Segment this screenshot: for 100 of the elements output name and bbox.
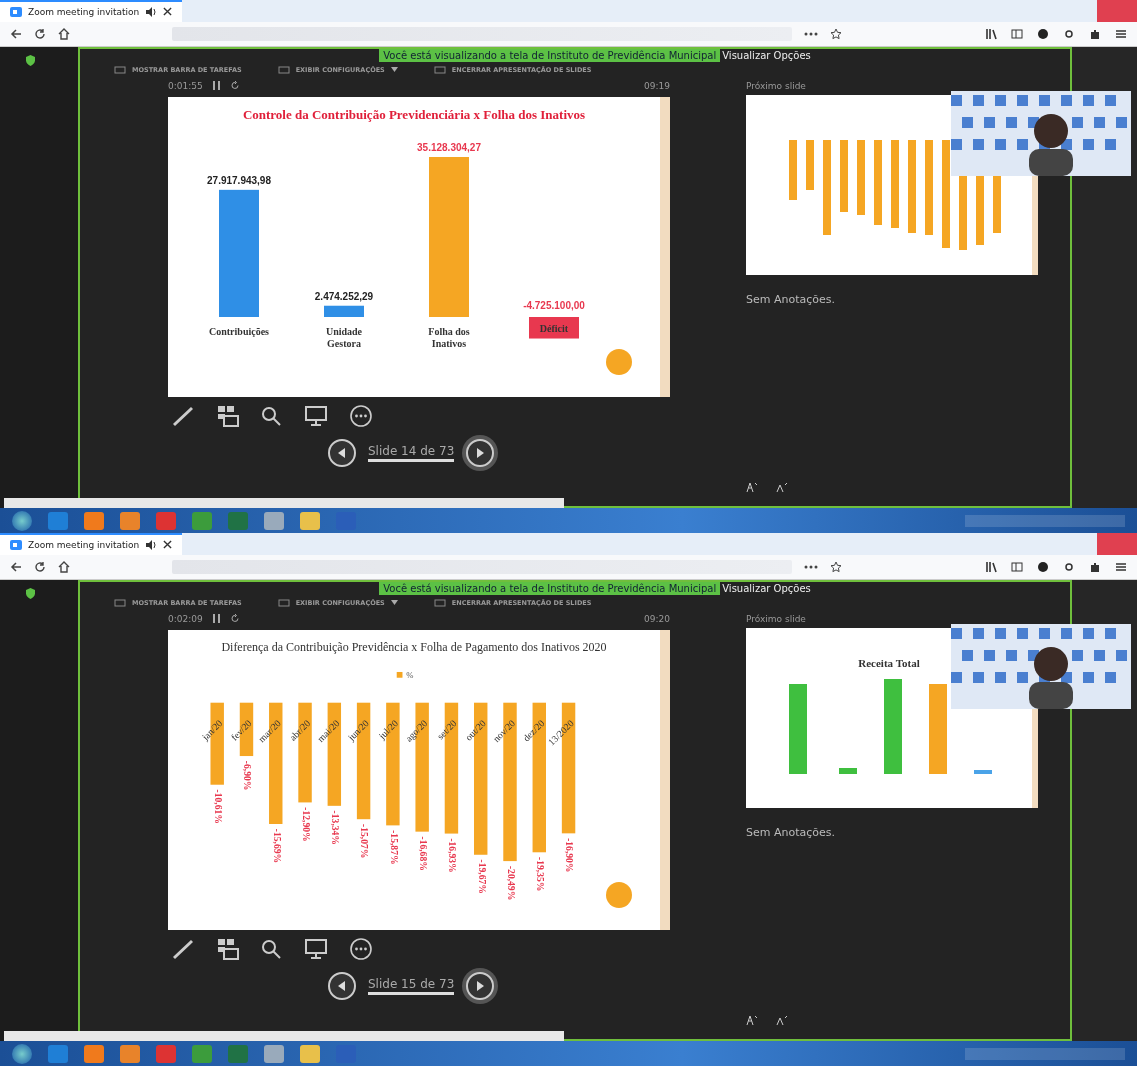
play-icon [475, 447, 486, 458]
shield-icon[interactable] [26, 54, 35, 66]
menu-icon[interactable] [1115, 27, 1127, 40]
value-label: -16,68% [417, 836, 429, 871]
previous-slide-button[interactable] [328, 438, 356, 467]
speaker-notes: Sem Anotações. [746, 825, 836, 839]
screen-share-banner: Você está visualizando a tela de Instituto de Previdência Municipal [379, 48, 721, 62]
home-icon[interactable] [58, 560, 70, 573]
font-decrease-icon[interactable] [776, 482, 788, 493]
shield-icon[interactable] [26, 587, 35, 599]
extension-icon[interactable] [1063, 560, 1075, 573]
more-dots-icon[interactable] [804, 564, 818, 569]
browser-tab[interactable]: Zoom meeting invitation [0, 533, 183, 555]
start-button[interactable] [12, 510, 32, 531]
menu-icon[interactable] [1115, 560, 1127, 573]
next-slide-button[interactable] [466, 971, 495, 1000]
taskbar-app-icon[interactable] [300, 1044, 320, 1063]
library-icon[interactable] [985, 560, 997, 573]
value-label: -19,35% [535, 857, 547, 892]
speaker-icon[interactable] [145, 6, 158, 17]
view-options-menu[interactable]: Visualizar Opções [722, 49, 811, 61]
value-label: -20,49% [505, 865, 517, 901]
caret-icon [390, 600, 398, 606]
back-arrow-icon[interactable] [10, 560, 22, 573]
close-icon[interactable] [163, 7, 173, 17]
reload-icon[interactable] [34, 27, 46, 40]
home-icon[interactable] [58, 27, 70, 40]
taskbar-app-icon[interactable] [120, 1044, 140, 1063]
font-increase-icon[interactable] [746, 482, 758, 493]
category-label: Folha dos Inativos [428, 325, 470, 349]
slide-counter: Slide 15 de 73 [368, 976, 455, 995]
slide-counter: Slide 14 de 73 [368, 443, 455, 462]
sidebar-icon[interactable] [1011, 560, 1023, 573]
back-arrow-icon[interactable] [10, 27, 22, 40]
category-label: Contribuições [209, 325, 269, 337]
thumbnail-bar [974, 769, 992, 774]
start-button[interactable] [12, 1043, 32, 1064]
value-label: -15,87% [388, 830, 400, 865]
slide-title: Controle da Contribuição Previdenciária x Folha dos Inativos [241, 105, 587, 124]
pause-icon[interactable] [212, 614, 221, 624]
taskbar-icon [114, 597, 126, 608]
taskbar-app-icon[interactable] [264, 511, 284, 530]
font-decrease-icon[interactable] [776, 1015, 788, 1026]
previous-slide-button[interactable] [328, 971, 356, 1000]
category-label: Déficit [539, 322, 569, 334]
view-options-menu[interactable]: Visualizar Opções [722, 582, 811, 594]
pen-icon[interactable] [172, 937, 196, 960]
pause-icon[interactable] [212, 81, 221, 91]
library-icon[interactable] [985, 27, 997, 40]
thumbnail-title: Receita Total [858, 656, 920, 669]
reload-icon[interactable] [34, 560, 46, 573]
value-label: -13,34% [330, 810, 342, 845]
play-left-icon [337, 980, 347, 991]
star-icon[interactable] [830, 560, 842, 573]
taskbar-app-icon[interactable] [120, 511, 140, 530]
value-label: 35.128.304,27 [417, 141, 481, 153]
value-label: -4.725.100,00 [523, 299, 585, 311]
reset-icon[interactable] [230, 81, 240, 91]
value-label: -16,93% [447, 838, 459, 873]
speaker-notes: Sem Anotações. [746, 292, 836, 306]
monitor-icon[interactable] [304, 404, 328, 427]
more-icon[interactable] [348, 404, 374, 427]
font-increase-icon[interactable] [746, 1015, 758, 1026]
legend-label: % [406, 669, 414, 680]
clock-time: 09:19 [644, 80, 670, 91]
value-label: -15,69% [271, 828, 283, 864]
taskbar-app-icon[interactable] [84, 1044, 104, 1063]
speaker-icon[interactable] [145, 539, 158, 550]
reset-icon[interactable] [230, 614, 240, 624]
next-slide-label: Próximo slide [746, 613, 807, 624]
browser-tab[interactable]: Zoom meeting invitation [0, 0, 183, 22]
slide-number-badge [606, 348, 632, 375]
account-icon[interactable] [1037, 27, 1049, 40]
elapsed-timer: 0:02:09 [168, 613, 203, 624]
account-icon[interactable] [1037, 560, 1049, 573]
video-camera-icon [10, 539, 22, 550]
star-icon[interactable] [830, 27, 842, 40]
more-icon[interactable] [348, 937, 374, 960]
taskbar-app-icon[interactable] [264, 1044, 284, 1063]
caret-icon [390, 67, 398, 73]
sidebar-icon[interactable] [1011, 27, 1023, 40]
slide-title: Diferença da Contribuição Previdência x Folha de Pagamento dos Inativos 2020 [220, 638, 608, 656]
elapsed-timer: 0:01:55 [168, 80, 203, 91]
more-dots-icon[interactable] [804, 31, 818, 36]
play-left-icon [337, 447, 347, 458]
taskbar-icon [114, 64, 126, 75]
extension-icon[interactable] [1063, 27, 1075, 40]
grid-icon[interactable] [216, 404, 240, 427]
screen-share-banner: Você está visualizando a tela de Instituto de Previdência Municipal [379, 581, 721, 595]
taskbar-app-icon[interactable] [300, 511, 320, 530]
monitor-icon[interactable] [304, 937, 328, 960]
next-slide-button[interactable] [466, 438, 495, 467]
close-icon[interactable] [163, 540, 173, 550]
pen-icon[interactable] [172, 404, 196, 427]
next-slide-label: Próximo slide [746, 80, 807, 91]
value-label: -10,61% [213, 789, 224, 824]
taskbar-app-icon[interactable] [84, 511, 104, 530]
thumbnail-bar [789, 139, 797, 200]
play-icon [475, 980, 486, 991]
grid-icon[interactable] [216, 937, 240, 960]
